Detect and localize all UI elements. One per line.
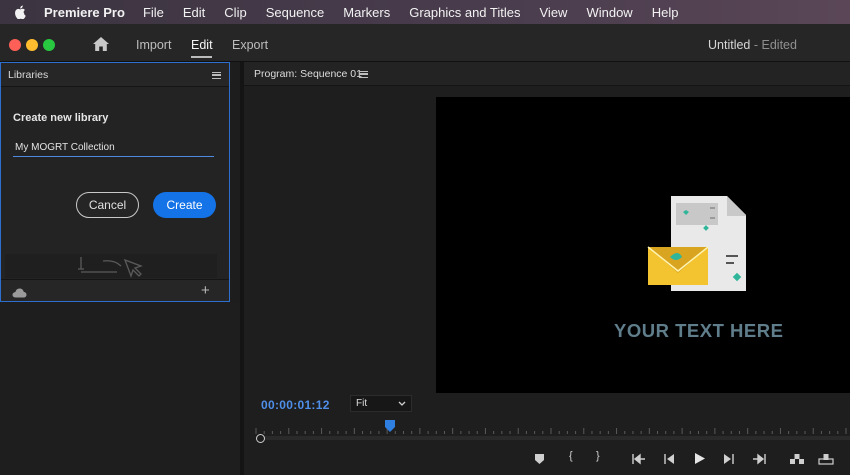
libraries-drop-area (5, 254, 217, 278)
chevron-down-icon (398, 399, 406, 410)
minimize-window-button[interactable] (26, 39, 38, 51)
zoom-level-select[interactable]: Fit (350, 395, 412, 412)
menu-window[interactable]: Window (586, 5, 632, 20)
mark-out-icon[interactable]: } (596, 450, 600, 462)
menu-view[interactable]: View (540, 5, 568, 20)
menu-markers[interactable]: Markers (343, 5, 390, 20)
libraries-panel-title[interactable]: Libraries (8, 69, 48, 81)
panel-menu-icon[interactable] (212, 72, 221, 79)
zoom-scroll-bar[interactable] (264, 436, 850, 440)
panel-menu-icon[interactable] (359, 71, 368, 78)
macos-menubar: Premiere Pro File Edit Clip Sequence Mar… (0, 0, 850, 24)
program-monitor-header: Program: Sequence 01 (244, 62, 850, 86)
mark-in-icon[interactable]: { (569, 450, 573, 462)
step-forward-icon[interactable] (722, 453, 734, 465)
in-point-handle[interactable] (256, 434, 265, 443)
create-button[interactable]: Create (153, 192, 216, 218)
program-monitor-panel: Program: Sequence 01 YOUR TEXT HERE 00:0… (244, 62, 850, 475)
create-library-heading: Create new library (13, 112, 109, 124)
overwrite-icon[interactable] (818, 453, 834, 465)
go-to-in-icon[interactable] (632, 453, 646, 465)
library-name-input[interactable]: My MOGRT Collection (13, 139, 214, 157)
video-preview[interactable]: YOUR TEXT HERE (436, 97, 850, 393)
envelope-document-graphic (647, 196, 746, 291)
menu-file[interactable]: File (143, 5, 164, 20)
step-back-icon[interactable] (664, 453, 676, 465)
insert-icon[interactable] (789, 453, 805, 465)
cloud-icon[interactable] (12, 285, 27, 303)
active-tab-underline (191, 56, 212, 58)
add-icon[interactable]: + (201, 282, 210, 299)
cancel-button[interactable]: Cancel (76, 192, 139, 218)
menu-help[interactable]: Help (652, 5, 679, 20)
menu-clip[interactable]: Clip (224, 5, 246, 20)
title-text-overlay[interactable]: YOUR TEXT HERE (614, 320, 783, 342)
libraries-panel-header: Libraries (1, 63, 229, 87)
apple-icon[interactable] (14, 5, 28, 19)
zoom-window-button[interactable] (43, 39, 55, 51)
app-titlebar: Import Edit Export Untitled - Edited (0, 24, 850, 62)
home-icon[interactable] (92, 36, 110, 52)
menu-graphics-and-titles[interactable]: Graphics and Titles (409, 5, 520, 20)
empty-panel-area (0, 303, 240, 475)
close-window-button[interactable] (9, 39, 21, 51)
menu-sequence[interactable]: Sequence (266, 5, 325, 20)
libraries-panel: Libraries Create new library My MOGRT Co… (0, 62, 230, 302)
playhead-marker[interactable] (384, 420, 395, 432)
playhead-timecode[interactable]: 00:00:01:12 (261, 398, 330, 412)
drag-drop-icon (78, 257, 143, 278)
document-title: Untitled - Edited (708, 38, 797, 52)
document-status: - Edited (750, 38, 797, 52)
libraries-panel-footer: + (1, 279, 229, 301)
document-name: Untitled (708, 38, 751, 52)
menu-edit[interactable]: Edit (183, 5, 205, 20)
zoom-level-value: Fit (356, 398, 368, 409)
play-icon[interactable] (694, 452, 706, 465)
add-marker-icon[interactable] (534, 453, 545, 465)
menu-premiere-pro[interactable]: Premiere Pro (44, 5, 125, 20)
time-ruler[interactable] (254, 426, 850, 448)
go-to-out-icon[interactable] (752, 453, 766, 465)
workspace-tab-import[interactable]: Import (136, 38, 171, 52)
program-monitor-title[interactable]: Program: Sequence 01 (254, 68, 362, 80)
workspace-tab-export[interactable]: Export (232, 38, 268, 52)
workspace-tab-edit[interactable]: Edit (191, 38, 213, 52)
